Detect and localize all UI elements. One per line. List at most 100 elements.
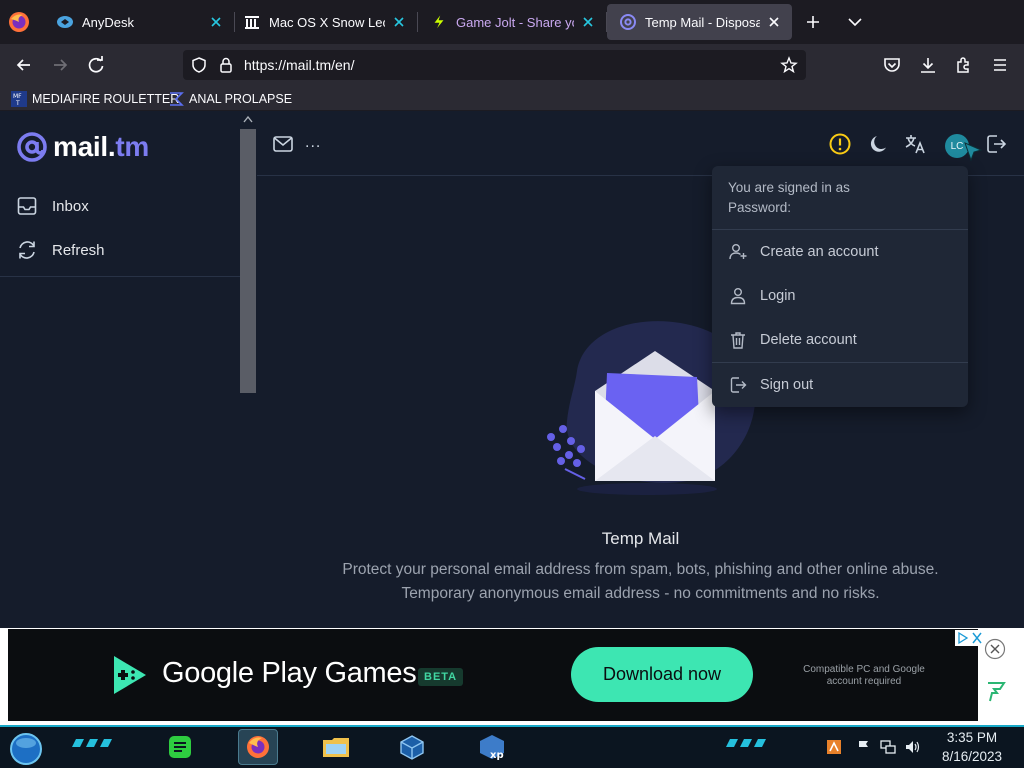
mediafire-icon: MFT xyxy=(11,91,27,107)
warning-icon[interactable] xyxy=(828,132,852,156)
extensions-button[interactable] xyxy=(950,52,978,78)
mouse-cursor-icon xyxy=(964,142,983,162)
firefox-icon[interactable] xyxy=(8,11,30,33)
beta-badge: BETA xyxy=(418,668,464,686)
back-button[interactable] xyxy=(10,52,38,78)
menu-button[interactable] xyxy=(986,52,1014,78)
puzzle-icon xyxy=(957,57,969,73)
sign-out-icon xyxy=(730,377,747,393)
ad-compatibility-note: Compatible PC and Google account require… xyxy=(803,664,925,687)
scrollbar-thumb[interactable] xyxy=(240,129,256,393)
create-account-item[interactable]: Create an account xyxy=(728,240,879,264)
gamejolt-icon xyxy=(433,13,445,31)
google-play-games-ad[interactable]: Google Play Games BETA Download now Comp… xyxy=(8,629,985,721)
downloads-button[interactable] xyxy=(914,52,942,78)
virtualbox-icon xyxy=(400,735,424,760)
ad-container: Google Play Games BETA Download now Comp… xyxy=(0,628,1024,725)
google-play-games-logo-icon xyxy=(114,656,146,694)
trash-icon xyxy=(731,332,745,349)
svg-text:xp: xp xyxy=(490,750,504,761)
star-icon[interactable] xyxy=(780,56,798,74)
scroll-up-arrow-icon[interactable] xyxy=(243,115,253,123)
mailtm-icon xyxy=(620,14,636,30)
brand-name: mail.tm xyxy=(53,131,149,162)
pocket-icon xyxy=(884,58,900,72)
bookmark-mediafire[interactable]: MF T MEDIAFIRE ROULETTER xyxy=(11,89,179,109)
lock-icon[interactable] xyxy=(217,56,235,74)
svg-text:MF: MF xyxy=(13,93,22,100)
empty-state-title: Temp Mail xyxy=(601,529,680,548)
archive-icon xyxy=(245,16,259,29)
inbox-icon xyxy=(17,197,37,215)
reload-button[interactable] xyxy=(82,52,110,78)
pocket-button[interactable] xyxy=(878,52,906,78)
taskbar-app-xp-vm[interactable]: xp xyxy=(472,729,512,765)
envelope-icon[interactable] xyxy=(271,132,295,156)
empty-state-description: Temporary anonymous email address - no c… xyxy=(401,585,880,602)
translate-icon[interactable] xyxy=(903,132,927,156)
sidebar-item-inbox[interactable]: Inbox xyxy=(16,192,89,220)
user-plus-icon xyxy=(729,244,747,260)
network-icon[interactable] xyxy=(880,739,896,755)
tab-bar: AnyDesk Mac OS X Snow Leopard Game Jolt … xyxy=(0,0,1024,44)
start-orb-icon[interactable] xyxy=(8,732,44,766)
tab-anydesk[interactable]: AnyDesk xyxy=(44,4,235,40)
tab-mac-os[interactable]: Mac OS X Snow Leopard xyxy=(231,4,418,40)
url-text[interactable]: https://mail.tm/en/ xyxy=(244,57,354,73)
tray-app-icon[interactable] xyxy=(826,739,842,755)
close-tab-icon[interactable] xyxy=(208,14,224,30)
taskbar-app-virtualbox[interactable] xyxy=(392,729,432,765)
sign-out-icon[interactable] xyxy=(984,132,1008,156)
sidebar-item-refresh[interactable]: Refresh xyxy=(16,236,105,264)
taskbar-app-firefox[interactable] xyxy=(238,729,278,765)
taskbar-decoration xyxy=(726,739,766,747)
ad-feedback-flag-icon[interactable] xyxy=(984,680,1008,704)
mailtm-logo[interactable]: mail.tm xyxy=(16,131,149,163)
close-tab-icon[interactable] xyxy=(391,14,407,30)
taskbar-app-explorer[interactable] xyxy=(316,729,356,765)
delete-account-item[interactable]: Delete account xyxy=(728,328,857,352)
ad-brand: Google Play Games xyxy=(162,657,417,689)
new-tab-icon[interactable] xyxy=(800,11,826,33)
taskbar-app-notes[interactable] xyxy=(160,729,200,765)
address-bar[interactable]: https://mail.tm/en/ xyxy=(183,50,806,80)
chevron-down-icon[interactable] xyxy=(842,11,868,33)
forward-button[interactable] xyxy=(46,52,74,78)
bookmark-anal-prolapse[interactable]: ANAL PROLAPSE xyxy=(168,89,292,109)
download-now-button[interactable]: Download now xyxy=(571,647,753,702)
clock-date: 8/16/2023 xyxy=(941,749,1003,764)
taskbar-decoration xyxy=(72,739,112,747)
email-address-text[interactable]: ... xyxy=(305,134,321,152)
dropdown-divider xyxy=(712,229,968,230)
at-sign-icon xyxy=(17,132,47,162)
reload-icon xyxy=(88,56,104,73)
tab-game-jolt[interactable]: Game Jolt - Share your c xyxy=(418,4,607,40)
volume-icon[interactable] xyxy=(904,739,920,755)
close-tab-icon[interactable] xyxy=(766,14,782,30)
arrow-right-icon xyxy=(54,59,68,71)
taskbar: xp 3:35 PM 8/16/2023 xyxy=(0,725,1024,768)
action-center-flag-icon[interactable] xyxy=(856,739,872,755)
anydesk-icon xyxy=(57,16,73,28)
windows-xp-vm-icon: xp xyxy=(480,735,504,761)
refresh-icon xyxy=(19,241,35,259)
sign-out-item[interactable]: Sign out xyxy=(728,373,813,397)
close-tab-icon[interactable] xyxy=(580,14,596,30)
empty-state-description: Protect your personal email address from… xyxy=(342,561,939,578)
download-icon xyxy=(921,58,935,73)
arrow-left-icon xyxy=(16,59,30,71)
close-ad-icon[interactable] xyxy=(984,638,1006,660)
moon-icon[interactable] xyxy=(867,132,891,156)
bookmarks-bar: MF T MEDIAFIRE ROULETTER ANAL PROLAPSE xyxy=(0,86,1024,111)
shield-icon[interactable] xyxy=(190,56,208,74)
tab-temp-mail[interactable]: Temp Mail - Disposable xyxy=(607,4,792,40)
login-item[interactable]: Login xyxy=(728,284,795,308)
user-icon xyxy=(730,288,746,305)
clock-time: 3:35 PM xyxy=(946,730,998,745)
system-clock[interactable]: 3:35 PM 8/16/2023 xyxy=(932,728,1012,766)
adchoices-icon[interactable] xyxy=(955,630,985,646)
account-dropdown: You are signed in as Password: Create an… xyxy=(712,166,968,407)
folder-icon xyxy=(323,738,349,757)
svg-text:T: T xyxy=(15,100,20,107)
sidebar: mail.tm Inbox Refresh xyxy=(0,111,256,628)
